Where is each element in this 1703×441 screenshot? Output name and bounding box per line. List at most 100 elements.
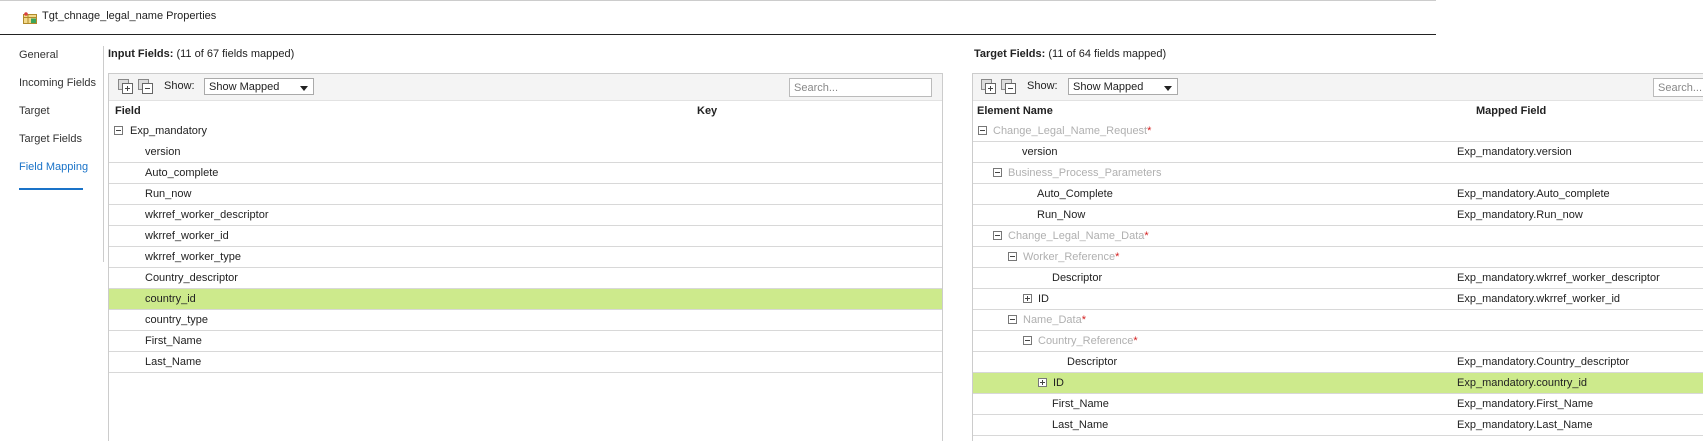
element-name-text: Descriptor: [1052, 272, 1103, 284]
input-field-row[interactable]: Last_Name: [109, 352, 942, 373]
target-search-input[interactable]: Search...: [1653, 78, 1703, 97]
target-field-row[interactable]: Country_Reference*: [973, 331, 1703, 352]
collapse-icon[interactable]: [1008, 252, 1017, 261]
target-field-row[interactable]: ID Exp_mandatory.wkrref_worker_id: [973, 289, 1703, 310]
column-header-element-name: Element Name: [977, 105, 1053, 117]
target-field-row[interactable]: Last_Name Exp_mandatory.Last_Name: [973, 415, 1703, 436]
input-field-list: Exp_mandatoryversion Auto_complete Run_now…: [109, 121, 942, 373]
element-name-text: Descriptor: [1067, 356, 1118, 368]
required-marker: *: [1147, 125, 1152, 137]
collapse-icon[interactable]: [114, 126, 123, 135]
input-field-row[interactable]: wkrref_worker_id: [109, 226, 942, 247]
collapse-icon[interactable]: [1023, 336, 1032, 345]
title-bar: Tgt_chnage_legal_name Properties: [0, 0, 1436, 35]
input-field-row[interactable]: Run_now: [109, 184, 942, 205]
target-field-row[interactable]: Change_Legal_Name_Request*: [973, 121, 1703, 142]
mapped-field-value: Exp_mandatory.Country_descriptor: [1457, 356, 1630, 368]
collapse-all-icon[interactable]: [138, 79, 153, 94]
collapse-all-icon[interactable]: [1001, 79, 1016, 94]
target-field-row[interactable]: Business_Process_Parameters: [973, 163, 1703, 184]
target-element-name: First_Name: [1052, 398, 1109, 410]
show-filter-select[interactable]: Show Mapped: [1068, 78, 1178, 95]
input-field-name: First_Name: [145, 335, 202, 347]
collapse-icon[interactable]: [978, 126, 987, 135]
required-marker: *: [1115, 251, 1120, 263]
target-element-name: Business_Process_Parameters: [1008, 167, 1161, 179]
target-element-name: Change_Legal_Name_Request*: [993, 125, 1151, 137]
input-field-row[interactable]: Auto_complete: [109, 163, 942, 184]
required-marker: *: [1144, 230, 1149, 242]
target-element-name: Auto_Complete: [1037, 188, 1113, 200]
input-fields-panel: Show: Show Mapped Search... Field Key Ex…: [108, 73, 943, 441]
mapped-field-value: Exp_mandatory.wkrref_worker_descriptor: [1457, 272, 1660, 284]
target-element-name: Last_Name: [1052, 419, 1108, 431]
mapped-field-value: Exp_mandatory.country_id: [1457, 377, 1588, 389]
mapped-field-value: Exp_mandatory.Auto_complete: [1457, 188, 1610, 200]
column-header-mapped-field: Mapped Field: [1476, 105, 1547, 117]
input-field-name: wkrref_worker_id: [145, 230, 229, 242]
mapped-field-value: Exp_mandatory.wkrref_worker_id: [1457, 293, 1621, 305]
element-name-text: ID: [1053, 377, 1064, 389]
input-field-row[interactable]: country_id: [109, 289, 942, 310]
target-field-row[interactable]: Run_Now Exp_mandatory.Run_now: [973, 205, 1703, 226]
target-field-row[interactable]: Descriptor Exp_mandatory.wkrref_worker_de…: [973, 268, 1703, 289]
active-nav-underline: [19, 188, 83, 190]
target-field-row[interactable]: Worker_Reference*: [973, 247, 1703, 268]
target-field-row[interactable]: ID Exp_mandatory.country_id: [973, 373, 1703, 394]
chevron-down-icon: [1164, 86, 1172, 91]
input-field-name: version: [145, 146, 181, 158]
element-name-text: Worker_Reference: [1023, 251, 1116, 263]
input-field-name: country_id: [145, 293, 196, 305]
target-field-tree: Change_Legal_Name_Request*version Exp_man…: [973, 121, 1703, 436]
input-field-row[interactable]: Country_descriptor: [109, 268, 942, 289]
expand-all-icon[interactable]: [981, 79, 996, 94]
expand-all-icon[interactable]: [118, 79, 133, 94]
input-field-row[interactable]: country_type: [109, 310, 942, 331]
collapse-icon[interactable]: [993, 168, 1002, 177]
title-topline: [0, 0, 1436, 1]
input-field-row[interactable]: Exp_mandatory: [109, 121, 942, 142]
collapse-icon[interactable]: [993, 231, 1002, 240]
target-element-name: ID: [1053, 377, 1064, 389]
column-header-field: Field: [115, 105, 141, 117]
input-field-row[interactable]: wkrref_worker_type: [109, 247, 942, 268]
expand-icon[interactable]: [1038, 378, 1047, 387]
input-search-input[interactable]: Search...: [789, 78, 932, 97]
target-table-icon: [23, 12, 37, 24]
show-filter-value: Show Mapped: [1073, 81, 1144, 93]
chevron-down-icon: [300, 86, 308, 91]
input-field-name: country_type: [145, 314, 208, 326]
element-name-text: Run_Now: [1037, 209, 1086, 221]
target-fields-panel: Show: Show Mapped Search... Element Name…: [972, 73, 1703, 441]
input-field-row[interactable]: wkrref_worker_descriptor: [109, 205, 942, 226]
nav-item-target-fields[interactable]: Target Fields: [19, 133, 82, 145]
collapse-icon[interactable]: [1008, 315, 1017, 324]
input-field-row[interactable]: version: [109, 142, 942, 163]
show-filter-select[interactable]: Show Mapped: [204, 78, 314, 95]
target-field-row[interactable]: version Exp_mandatory.version: [973, 142, 1703, 163]
mapped-field-value: Exp_mandatory.version: [1457, 146, 1572, 158]
nav-item-general[interactable]: General: [19, 49, 58, 61]
nav-item-target[interactable]: Target: [19, 105, 50, 117]
expand-icon[interactable]: [1023, 294, 1032, 303]
mapped-field-value: Exp_mandatory.Run_now: [1457, 209, 1583, 221]
input-toolbar: Show: Show Mapped Search...: [109, 74, 942, 101]
target-field-row[interactable]: Change_Legal_Name_Data*: [973, 226, 1703, 247]
target-field-row[interactable]: Descriptor Exp_mandatory.Country_descript…: [973, 352, 1703, 373]
nav-item-incoming-fields[interactable]: Incoming Fields: [19, 77, 96, 89]
nav-item-field-mapping[interactable]: Field Mapping: [19, 161, 88, 173]
element-name-text: Name_Data: [1023, 314, 1082, 326]
target-element-name: Name_Data*: [1023, 314, 1086, 326]
element-name-text: Auto_Complete: [1037, 188, 1113, 200]
element-name-text: First_Name: [1052, 398, 1109, 410]
target-element-name: version: [1022, 146, 1057, 158]
input-field-name: wkrref_worker_type: [145, 251, 241, 263]
target-field-row[interactable]: Auto_Complete Exp_mandatory.Auto_complete: [973, 184, 1703, 205]
target-field-row[interactable]: First_Name Exp_mandatory.First_Name: [973, 394, 1703, 415]
target-fields-count: (11 of 64 fields mapped): [1048, 48, 1167, 60]
target-field-row[interactable]: Name_Data*: [973, 310, 1703, 331]
target-element-name: Descriptor: [1067, 356, 1117, 368]
window-title: Tgt_chnage_legal_name Properties: [42, 10, 217, 22]
input-field-row[interactable]: First_Name: [109, 331, 942, 352]
input-field-name: Run_now: [145, 188, 192, 200]
